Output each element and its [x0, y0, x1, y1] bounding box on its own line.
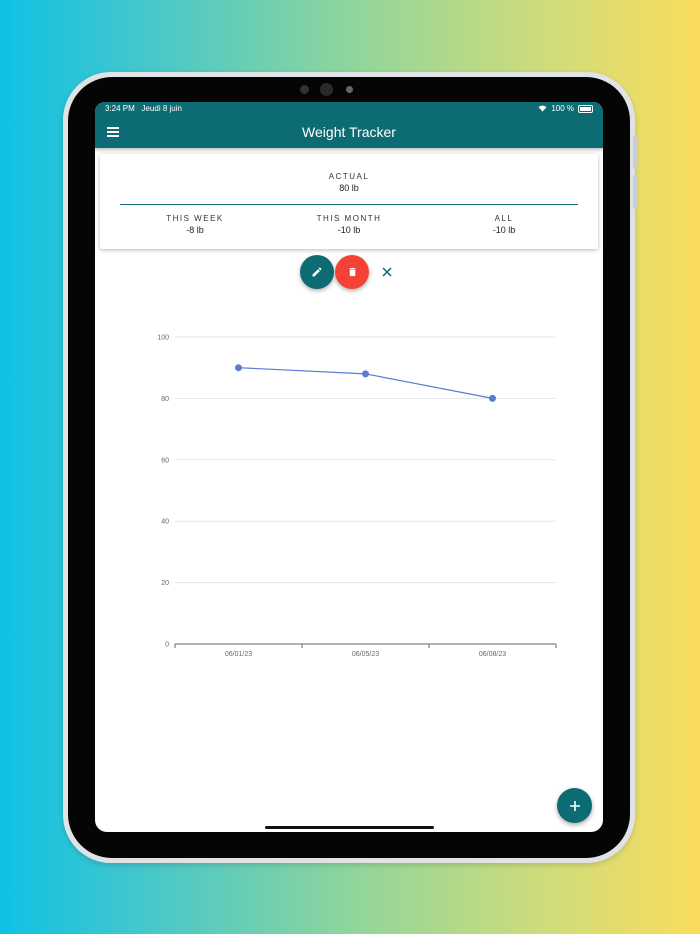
y-tick-label: 20: [161, 580, 169, 587]
weight-chart: 0 20 40 60 80 100 06/01/23 06/05/23 06/08/23: [157, 335, 557, 658]
sensor-icon: [300, 85, 309, 94]
y-tick-label: 80: [161, 396, 169, 403]
flash-icon: [346, 86, 353, 93]
data-point: [489, 394, 496, 402]
data-point: [362, 370, 369, 378]
plus-icon: [569, 800, 580, 811]
x-tick-label: 06/01/23: [225, 651, 252, 658]
home-indicator: [265, 826, 434, 829]
y-tick-label: 40: [161, 519, 169, 526]
volume-up-button: [633, 135, 637, 169]
x-tick-label: 06/05/23: [352, 651, 379, 658]
y-tick-label: 60: [161, 457, 169, 464]
camera-icon: [320, 83, 333, 96]
y-tick-label: 100: [157, 335, 169, 342]
volume-down-button: [633, 175, 637, 209]
add-entry-button[interactable]: [557, 788, 592, 823]
app-screen: 3:24 PM Jeudi 8 juin 100 % Weight Tracke…: [95, 102, 603, 832]
x-tick-label: 06/08/23: [479, 651, 506, 658]
y-tick-label: 0: [165, 642, 169, 649]
data-point: [235, 364, 242, 372]
